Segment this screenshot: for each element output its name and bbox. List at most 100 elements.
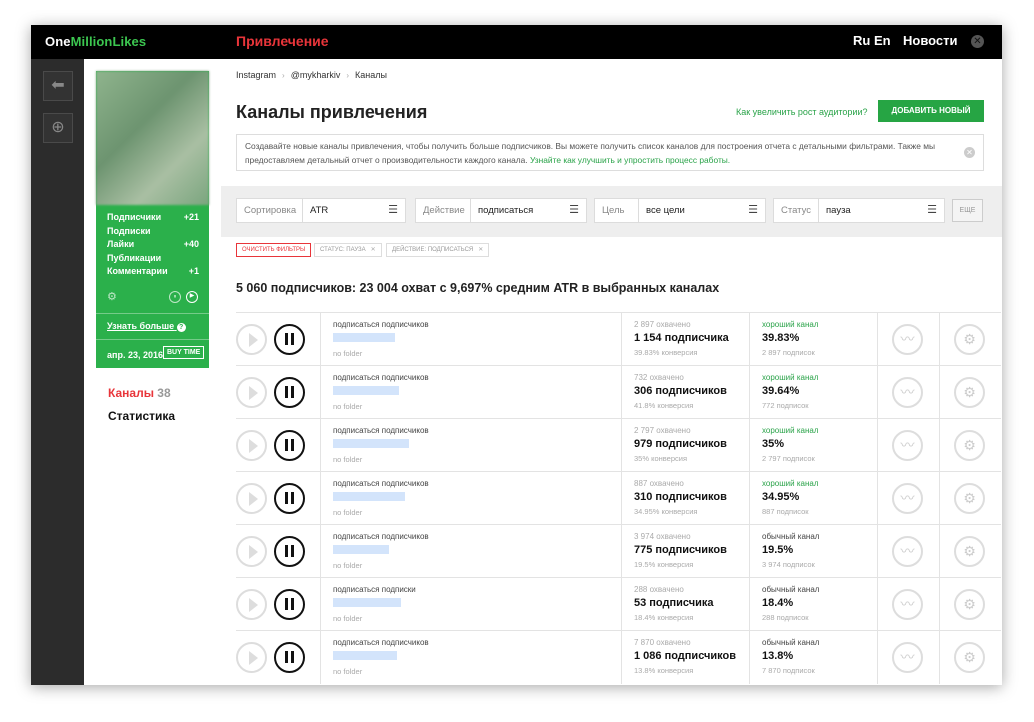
stat-label: Комментарии	[107, 266, 168, 276]
reach-value: 3 974 охвачено	[634, 532, 691, 541]
stat-value: +40	[183, 239, 199, 249]
pause-icon[interactable]	[274, 377, 305, 408]
chart-icon[interactable]: 〰	[892, 589, 923, 620]
chip-action[interactable]: ДЕЙСТВИЕ: ПОДПИСАТЬСЯ ✕	[386, 243, 490, 257]
gear-icon[interactable]: ⚙	[954, 589, 985, 620]
reach-value: 887 охвачено	[634, 479, 684, 488]
reach-cell: 2 897 охвачено 1 154 подписчика 39.83% кон…	[623, 313, 750, 366]
play-icon[interactable]	[236, 536, 267, 567]
chart-icon[interactable]: 〰	[892, 324, 923, 355]
chart-icon[interactable]: 〰	[892, 377, 923, 408]
pause-icon[interactable]	[274, 589, 305, 620]
quality-cell: хороший канал 35% 2 797 подписок	[751, 419, 878, 472]
pause-icon[interactable]	[274, 324, 305, 355]
pause-icon[interactable]	[274, 483, 305, 514]
gear-icon[interactable]: ⚙	[954, 430, 985, 461]
play-icon[interactable]	[236, 483, 267, 514]
close-icon[interactable]: ✕	[971, 35, 984, 48]
close-icon[interactable]: ✕	[964, 147, 975, 158]
quality-cell: хороший канал 39.83% 2 897 подписок	[751, 313, 878, 366]
buy-time-button[interactable]: BUY TIME	[163, 346, 205, 359]
channel-action: подписаться подписчиков	[333, 320, 429, 329]
gear-icon[interactable]: ⚙	[954, 642, 985, 673]
status-filter[interactable]: Статус пауза ☰	[773, 198, 945, 223]
channel-cell[interactable]: подписаться подписчиков no folder	[322, 366, 622, 419]
chart-icon[interactable]: 〰	[892, 483, 923, 514]
conversion-value: 19.5% конверсия	[634, 560, 694, 569]
channel-cell[interactable]: подписаться подписчиков no folder	[322, 313, 622, 366]
conversion-value: 39.83% конверсия	[634, 348, 698, 357]
subscribers-value: 775 подписчиков	[634, 544, 727, 556]
sort-filter[interactable]: Сортировка ATR ☰	[236, 198, 406, 223]
menu-item-statistics[interactable]: Статистика	[108, 409, 175, 423]
summary-text: 5 060 подписчиков: 23 004 охват с 9,697%…	[236, 281, 720, 295]
info-link[interactable]: Узнайте как улучшить и упростить процесс…	[530, 155, 730, 165]
quality-cell: хороший канал 34.95% 887 подписок	[751, 472, 878, 525]
logo[interactable]: OneMillionLikes	[45, 34, 146, 49]
chevron-right-icon: ›	[346, 71, 350, 80]
add-channel-button[interactable]: ДОБАВИТЬ НОВЫЙ КАНАЛ	[878, 100, 984, 137]
play-icon[interactable]	[236, 430, 267, 461]
back-icon[interactable]: ⬅	[43, 71, 73, 101]
channel-folder: no folder	[333, 508, 363, 517]
play-icon[interactable]: ▶	[186, 291, 198, 303]
more-button[interactable]: ЕЩЕ	[952, 199, 983, 222]
section-title[interactable]: Привлечение	[236, 33, 329, 49]
play-icon[interactable]	[236, 589, 267, 620]
chart-icon[interactable]: 〰	[892, 536, 923, 567]
close-icon[interactable]: ✕	[478, 247, 483, 253]
quality-cell: обычный канал 18.4% 288 подписок	[751, 578, 878, 631]
status-label: Статус	[781, 205, 812, 216]
clear-filters-button[interactable]: ОЧИСТИТЬ ФИЛЬТРЫ	[236, 243, 312, 257]
goal-filter[interactable]: Цель все цели ☰	[594, 198, 766, 223]
reach-cell: 288 охвачено 53 подписчика 18.4% конверсия	[623, 578, 750, 631]
status-value: пауза	[826, 205, 851, 216]
gear-icon[interactable]: ⚙	[954, 324, 985, 355]
chip-status[interactable]: СТАТУС: ПАУЗА ✕	[314, 243, 382, 257]
chart-icon[interactable]: 〰	[892, 642, 923, 673]
subscribers-value: 1 154 подписчика	[634, 332, 729, 344]
stat-label: Подписчики	[107, 212, 162, 222]
chart-icon[interactable]: 〰	[892, 430, 923, 461]
chart-cell: 〰	[879, 525, 940, 578]
row-controls	[236, 366, 321, 419]
page-title: Каналы привлечения	[236, 102, 428, 122]
table-row: подписаться подписчиков no folder 3 974 ох…	[236, 524, 1001, 578]
play-icon[interactable]	[236, 377, 267, 408]
pause-icon[interactable]	[274, 642, 305, 673]
grow-audience-link[interactable]: Как увеличить рост аудитории?	[736, 107, 868, 117]
channel-cell[interactable]: подписаться подписчиков no folder	[322, 472, 622, 525]
menu-item-channels[interactable]: Каналы 38	[108, 386, 171, 400]
gear-icon[interactable]: ⚙	[954, 536, 985, 567]
learn-more-link[interactable]: Узнать больше ?	[107, 321, 186, 332]
add-account-icon[interactable]: ⊕	[43, 113, 73, 143]
play-icon[interactable]	[236, 324, 267, 355]
chart-cell: 〰	[879, 631, 940, 684]
pause-icon[interactable]	[274, 536, 305, 567]
channel-cell[interactable]: подписаться подписчиков no folder	[322, 525, 622, 578]
chart-cell: 〰	[879, 472, 940, 525]
gear-icon[interactable]: ⚙	[954, 377, 985, 408]
close-icon[interactable]: ✕	[371, 247, 376, 253]
gear-icon[interactable]: ⚙	[954, 483, 985, 514]
atr-value: 18.4%	[762, 597, 794, 609]
reach-value: 2 797 охвачено	[634, 426, 691, 435]
language-switch[interactable]: Ru En	[853, 33, 891, 48]
action-label: Действие	[423, 205, 465, 216]
pause-icon[interactable]: ⏸	[169, 291, 181, 303]
subscribers-value: 979 подписчиков	[634, 438, 727, 450]
stat-likes: Лайки +40	[107, 239, 199, 249]
channel-cell[interactable]: подписаться подписки no folder	[322, 578, 622, 631]
play-icon[interactable]	[236, 642, 267, 673]
action-filter[interactable]: Действие подписаться ☰	[415, 198, 587, 223]
pause-icon[interactable]	[274, 430, 305, 461]
channel-action: подписаться подписчиков	[333, 373, 429, 382]
breadcrumb-instagram[interactable]: Instagram	[236, 70, 276, 80]
breadcrumb: Instagram › @mykharkiv › Каналы	[236, 70, 387, 80]
breadcrumb-account[interactable]: @mykharkiv	[291, 70, 341, 80]
channel-cell[interactable]: подписаться подписчиков no folder	[322, 419, 622, 472]
atr-value: 35%	[762, 438, 785, 450]
news-link[interactable]: Новости	[903, 33, 958, 48]
gear-icon[interactable]: ⚙	[107, 290, 117, 303]
channel-cell[interactable]: подписаться подписчиков no folder	[322, 631, 622, 684]
